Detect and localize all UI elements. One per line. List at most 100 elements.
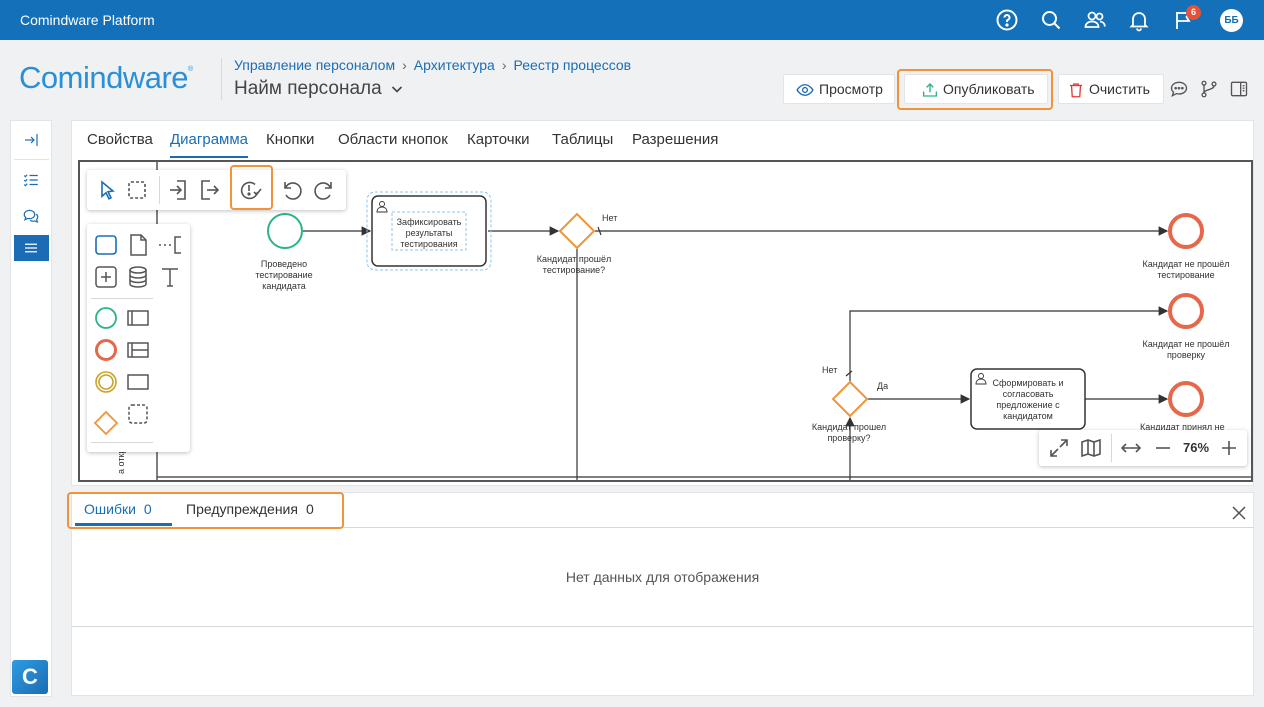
start-event-icon[interactable] — [93, 305, 119, 331]
breadcrumb-item[interactable]: Управление персоналом — [234, 57, 395, 73]
logo-registered-mark: ® — [188, 66, 193, 73]
pool-icon[interactable] — [125, 337, 151, 363]
notification-badge: 6 — [1186, 5, 1201, 20]
breadcrumb-item[interactable]: Реестр процессов — [514, 57, 632, 73]
flow-label-no: Нет — [602, 213, 617, 223]
avatar[interactable]: ББ — [1220, 9, 1243, 32]
document-shape-icon[interactable] — [125, 232, 151, 258]
platform-logo[interactable]: C — [12, 660, 48, 694]
start-event[interactable] — [267, 213, 303, 249]
flow-label-no-2: Нет — [822, 365, 837, 375]
chat-icon[interactable] — [14, 203, 49, 229]
validation-panel: Ошибки 0 Предупреждения 0 Нет данных для о… — [71, 492, 1254, 696]
minimap-icon[interactable] — [1079, 436, 1103, 460]
lasso-select-icon[interactable] — [125, 178, 149, 202]
tab-properties[interactable]: Свойства — [87, 131, 153, 148]
lane-icon[interactable] — [125, 305, 151, 331]
tab-warnings[interactable]: Предупреждения 0 — [186, 501, 314, 517]
zoom-divider — [1111, 434, 1112, 462]
tab-diagram[interactable]: Диаграмма — [170, 131, 248, 148]
flow-label-yes: Да — [877, 381, 888, 391]
clear-button[interactable]: Очистить — [1058, 74, 1164, 104]
zoom-in-icon[interactable] — [1217, 436, 1241, 460]
tab-buttons[interactable]: Кнопки — [266, 131, 314, 148]
annotation-shape-icon[interactable] — [157, 232, 183, 258]
bell-icon[interactable] — [1127, 8, 1151, 32]
tab-tables[interactable]: Таблицы — [552, 131, 613, 148]
tab-bar: Свойства Диаграмма Кнопки Области кнопок… — [72, 121, 1253, 159]
branch-icon[interactable] — [1199, 79, 1219, 99]
task1-label: Зафиксировать результаты тестирования — [397, 217, 462, 249]
tab-button-areas[interactable]: Области кнопок — [338, 131, 448, 148]
checklist-icon[interactable] — [14, 167, 49, 193]
pointer-icon[interactable] — [95, 178, 119, 202]
end-event[interactable] — [1168, 293, 1204, 329]
eye-icon — [796, 84, 814, 96]
palette-divider — [91, 442, 153, 443]
tab-errors[interactable]: Ошибки 0 — [84, 501, 152, 517]
exclusive-gateway[interactable] — [831, 380, 869, 418]
panel-toggle-icon[interactable] — [1229, 79, 1249, 99]
fit-width-icon[interactable] — [1119, 436, 1143, 460]
data-store-icon[interactable] — [125, 264, 151, 290]
errors-label: Ошибки — [84, 501, 136, 517]
export-icon[interactable] — [197, 178, 221, 202]
undo-icon[interactable] — [280, 178, 304, 202]
app-title: Comindware Platform — [20, 12, 155, 28]
collapse-rail-icon[interactable] — [14, 127, 49, 153]
preview-label: Просмотр — [819, 81, 883, 97]
warnings-label: Предупреждения — [186, 501, 298, 517]
breadcrumb: Управление персоналом › Архитектура › Реестр… — [234, 57, 632, 73]
group-icon[interactable] — [125, 401, 151, 427]
upload-icon — [922, 83, 938, 97]
warnings-count: 0 — [305, 501, 314, 517]
toolbar-divider — [159, 176, 160, 204]
end-event[interactable] — [1168, 213, 1204, 249]
start-event-label: Проведено тестирование кандидата — [255, 259, 312, 291]
tab-cards[interactable]: Карточки — [467, 131, 530, 148]
tab-permissions[interactable]: Разрешения — [632, 131, 718, 148]
page-title-text: Найм персонала — [234, 78, 382, 99]
logo-text: Comindware — [19, 60, 189, 95]
page-title[interactable]: Найм персонала — [234, 78, 403, 100]
task-shape-icon[interactable] — [93, 232, 119, 258]
text-tool-icon[interactable] — [157, 264, 183, 290]
gateway2-label: Кандидат прошел проверку? — [812, 422, 886, 443]
help-icon[interactable] — [995, 8, 1019, 32]
element-palette — [87, 224, 190, 452]
default-flow-marker — [845, 370, 853, 377]
left-rail — [10, 120, 52, 697]
logo: Comindware® — [19, 60, 193, 96]
menu-icon[interactable] — [14, 235, 49, 261]
exclusive-gateway[interactable] — [558, 212, 596, 250]
empty-state-text: Нет данных для отображения — [565, 569, 760, 585]
users-icon[interactable] — [1083, 8, 1107, 32]
toolbar-divider — [230, 176, 231, 204]
toolbar-divider — [272, 176, 273, 204]
publish-button[interactable]: Опубликовать — [904, 74, 1048, 104]
zoom-out-icon[interactable] — [1151, 436, 1175, 460]
gateway-icon[interactable] — [93, 410, 119, 436]
header-divider — [221, 58, 222, 100]
close-icon[interactable] — [1230, 504, 1248, 522]
intermediate-event-icon[interactable] — [93, 369, 119, 395]
end-event-icon[interactable] — [93, 337, 119, 363]
container-icon[interactable] — [125, 369, 151, 395]
end1-label: Кандидат не прошёл тестирование — [1142, 259, 1229, 280]
fit-screen-icon[interactable] — [1047, 436, 1071, 460]
trash-icon — [1070, 83, 1082, 98]
rail-divider — [14, 159, 49, 160]
validate-icon[interactable] — [238, 178, 262, 202]
comment-icon[interactable] — [1169, 79, 1189, 99]
zoom-level: 76% — [1183, 440, 1210, 455]
end2-label: Кандидат не прошёл проверку — [1142, 339, 1229, 360]
breadcrumb-item[interactable]: Архитектура — [414, 57, 495, 73]
active-tab-indicator — [75, 523, 172, 526]
end-event[interactable] — [1168, 381, 1204, 417]
subprocess-shape-icon[interactable] — [93, 264, 119, 290]
search-icon[interactable] — [1039, 8, 1063, 32]
redo-icon[interactable] — [312, 178, 336, 202]
diagram-toolbar — [87, 170, 346, 210]
preview-button[interactable]: Просмотр — [783, 74, 895, 104]
import-icon[interactable] — [167, 178, 191, 202]
